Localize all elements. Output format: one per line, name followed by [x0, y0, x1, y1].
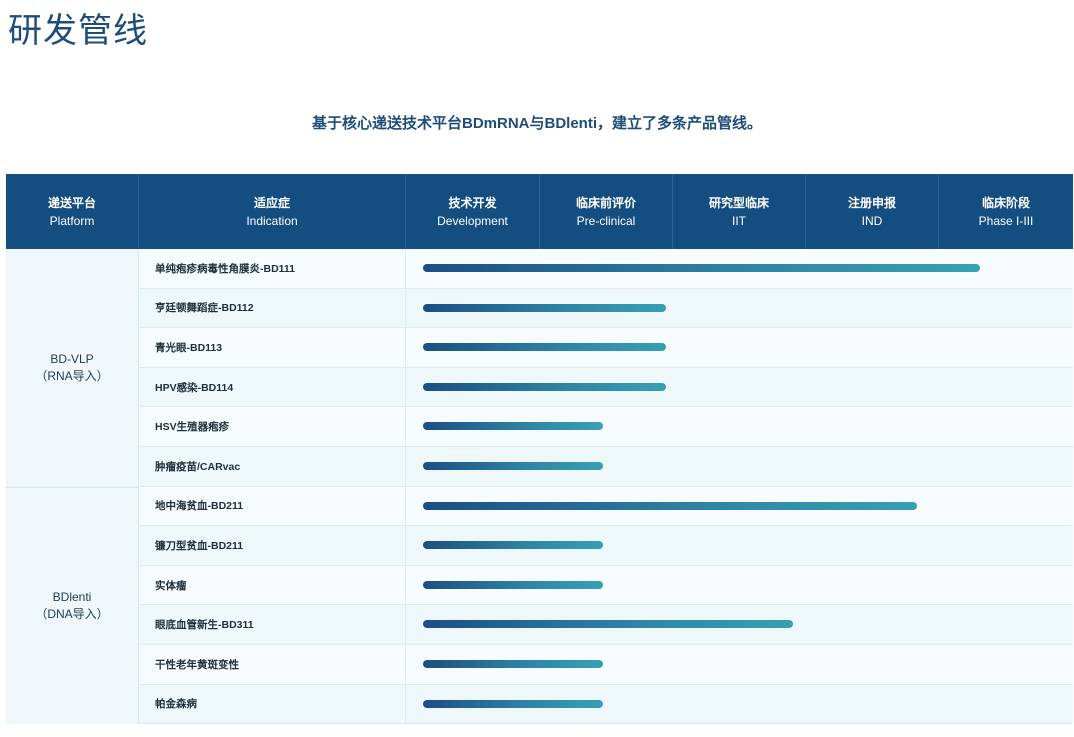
table-row: 帕金森病: [139, 684, 1073, 725]
indication-label: 帕金森病: [139, 684, 406, 724]
stage-lane: [406, 249, 1073, 288]
stage-lane: [406, 368, 1073, 407]
page-subtitle: 基于核心递送技术平台BDmRNA与BDlenti，建立了多条产品管线。: [311, 115, 762, 132]
progress-bar: [423, 501, 917, 510]
progress-bar: [423, 699, 604, 708]
indication-label: 干性老年黄斑变性: [139, 645, 406, 684]
header-development-zh: 技术开发: [448, 195, 497, 210]
platform-name: BDlenti: [52, 590, 92, 604]
stage-lane: [406, 645, 1073, 684]
stage-lane: [406, 526, 1073, 565]
header-ind-zh: 注册申报: [847, 195, 896, 210]
table-body: BD-VLP （RNA导入） BDlenti （DNA导入） 单纯疱疹病毒性角膜…: [6, 249, 1073, 725]
platform-sub: （DNA导入）: [35, 607, 109, 621]
header-phase-en: Phase I-III: [978, 213, 1034, 228]
table-row: 地中海贫血-BD211: [139, 486, 1073, 527]
table-row: HPV感染-BD114: [139, 367, 1073, 408]
header-preclinical-zh: 临床前评价: [575, 195, 636, 210]
progress-bar: [423, 303, 667, 312]
table-row: 干性老年黄斑变性: [139, 645, 1073, 685]
header-indication-zh: 适应症: [253, 195, 290, 210]
stage-lane: [406, 328, 1073, 367]
platform-cell-bd-vlp: BD-VLP （RNA导入）: [6, 249, 139, 487]
header-indication: 适应症 Indication: [139, 174, 406, 249]
header-preclinical-en: Pre-clinical: [576, 213, 636, 228]
header-platform-en: Platform: [49, 213, 95, 228]
stage-lane: [406, 566, 1073, 605]
indication-label: 眼底血管新生-BD311: [139, 605, 406, 644]
header-ind-en: IND: [861, 213, 883, 228]
header-development: 技术开发 Development: [406, 174, 540, 249]
header-platform: 递送平台 Platform: [6, 174, 139, 249]
table-row: 单纯疱疹病毒性角膜炎-BD111: [139, 249, 1073, 289]
header-development-en: Development: [437, 213, 508, 228]
indication-label: HPV感染-BD114: [139, 367, 406, 407]
stage-lane: [406, 289, 1073, 328]
platform-cell-bdlenti: BDlenti （DNA导入）: [6, 488, 139, 724]
progress-bar: [423, 580, 604, 589]
pipeline-table: 递送平台 Platform 适应症 Indication 技术开发 Develo…: [6, 174, 1073, 725]
header-iit-zh: 研究型临床: [708, 195, 769, 210]
table-row: 亨廷顿舞蹈症-BD112: [139, 288, 1073, 329]
indication-label: HSV生殖器疱疹: [139, 407, 406, 446]
indication-label: 青光眼-BD113: [139, 328, 406, 367]
progress-bar: [423, 660, 604, 668]
header-platform-zh: 递送平台: [47, 195, 96, 210]
platform-sub: （RNA导入）: [35, 369, 109, 383]
header-iit: 研究型临床 IIT: [673, 174, 806, 249]
progress-bar: [423, 422, 604, 431]
header-ind: 注册申报 IND: [806, 174, 939, 249]
indication-label: 实体瘤: [139, 565, 406, 605]
stage-lane: [406, 605, 1073, 644]
progress-bar: [423, 462, 604, 470]
header-indication-en: Indication: [246, 213, 298, 228]
indication-label: 肿瘤疫苗/CARvac: [139, 447, 406, 486]
indication-label: 亨廷顿舞蹈症-BD112: [139, 288, 406, 328]
progress-bar: [423, 620, 793, 629]
stage-lane: [406, 685, 1073, 724]
table-row: 肿瘤疫苗/CARvac: [139, 447, 1073, 487]
table-row: 实体瘤: [139, 565, 1073, 606]
progress-bar: [423, 264, 980, 272]
indication-label: 单纯疱疹病毒性角膜炎-BD111: [139, 249, 406, 288]
table-row: 镰刀型贫血-BD211: [139, 526, 1073, 566]
page-title: 研发管线: [8, 11, 148, 51]
header-phase-zh: 临床阶段: [981, 195, 1030, 210]
table-row: 眼底血管新生-BD311: [139, 605, 1073, 645]
indication-label: 镰刀型贫血-BD211: [139, 526, 406, 565]
header-phase: 临床阶段 Phase I-III: [939, 174, 1073, 249]
platform-name: BD-VLP: [50, 352, 94, 366]
table-row: 青光眼-BD113: [139, 328, 1073, 368]
stage-lane: [406, 447, 1073, 486]
stage-lane: [406, 487, 1073, 526]
progress-bar: [423, 343, 667, 352]
indication-label: 地中海贫血-BD211: [139, 486, 406, 526]
progress-bar: [423, 541, 604, 550]
progress-bar: [423, 382, 667, 391]
header-preclinical: 临床前评价 Pre-clinical: [540, 174, 673, 249]
table-header: 递送平台 Platform 适应症 Indication 技术开发 Develo…: [6, 174, 1073, 249]
table-row: HSV生殖器疱疹: [139, 407, 1073, 447]
stage-lane: [406, 407, 1073, 446]
header-iit-en: IIT: [732, 213, 746, 228]
